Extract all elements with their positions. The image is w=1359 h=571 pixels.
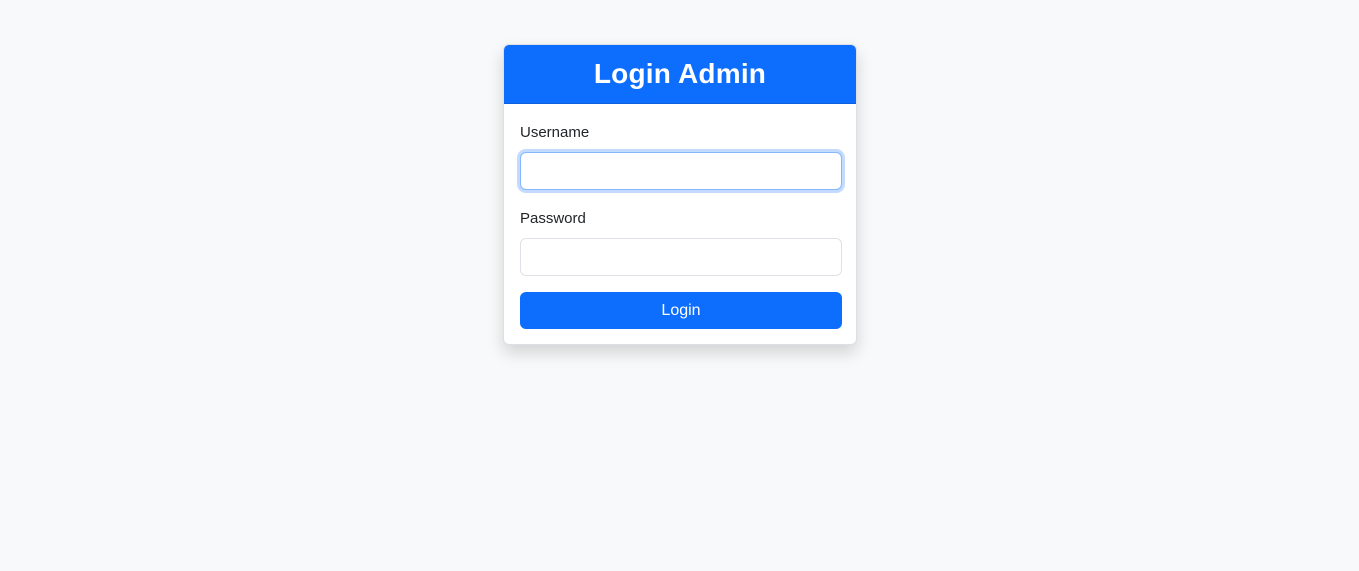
page-title: Login Admin [593, 58, 767, 89]
password-input[interactable] [520, 238, 842, 276]
password-label: Password [520, 210, 586, 227]
username-input[interactable] [520, 152, 842, 190]
login-card: Login Admin Username Password Login [503, 44, 857, 345]
username-label: Username [520, 124, 590, 141]
login-card-header: Login Admin [504, 45, 856, 104]
login-button[interactable]: Login [520, 292, 842, 329]
